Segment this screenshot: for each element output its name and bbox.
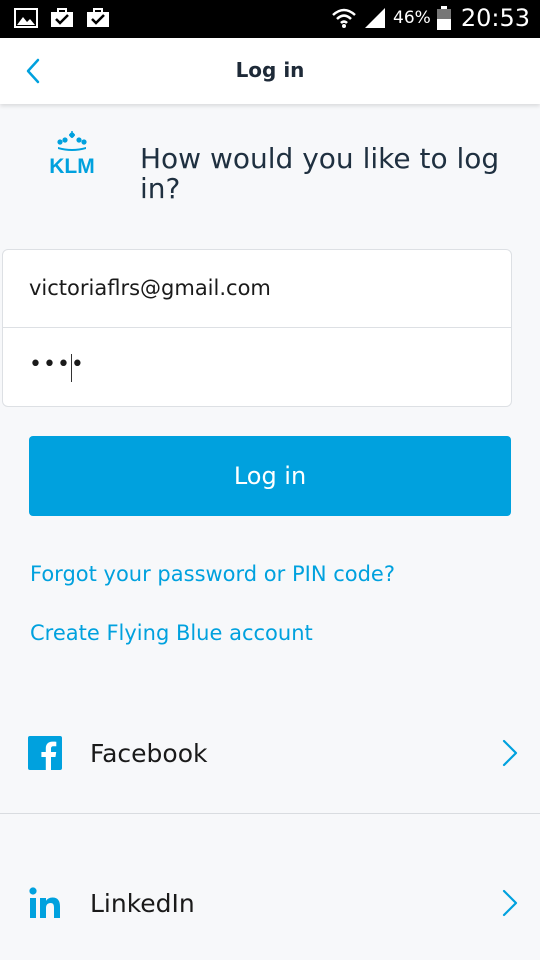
forgot-password-link[interactable]: Forgot your password or PIN code? <box>30 562 395 586</box>
chevron-right-icon <box>502 739 518 767</box>
facebook-icon <box>28 736 62 770</box>
linkedin-icon <box>29 887 60 918</box>
email-field[interactable]: victoriaflrs@gmail.com <box>3 250 511 328</box>
signal-icon <box>365 8 386 28</box>
facebook-label: Facebook <box>90 739 208 768</box>
linkedin-label: LinkedIn <box>90 889 195 918</box>
login-button[interactable]: Log in <box>29 436 511 516</box>
clock: 20:53 <box>460 4 530 32</box>
check-bag-notification-icon <box>87 8 109 27</box>
facebook-login-row[interactable]: Facebook <box>0 694 540 814</box>
notification-icons <box>14 8 110 28</box>
password-value: •••• <box>29 352 85 377</box>
system-status: 46% 20:53 <box>331 4 530 32</box>
status-bar: 46% 20:53 <box>0 0 540 38</box>
login-heading: How would you like to log in? <box>140 142 500 205</box>
battery-icon <box>436 6 451 30</box>
create-account-link[interactable]: Create Flying Blue account <box>30 621 313 645</box>
linkedin-login-row[interactable]: LinkedIn <box>0 844 540 960</box>
password-field[interactable]: •••• <box>3 328 511 406</box>
wifi-icon <box>332 8 356 28</box>
email-value: victoriaflrs@gmail.com <box>29 276 271 300</box>
gallery-notification-icon <box>14 8 38 28</box>
klm-logo: KLM <box>49 131 95 178</box>
app-bar: Log in <box>0 38 540 104</box>
battery-percentage: 46% <box>393 8 431 28</box>
bag-notification-icon <box>51 8 73 27</box>
text-cursor <box>71 354 72 382</box>
chevron-right-icon <box>502 889 518 917</box>
klm-logo-text: KLM <box>49 155 95 178</box>
page-title: Log in <box>235 58 305 82</box>
login-form-card: victoriaflrs@gmail.com •••• <box>2 249 512 407</box>
